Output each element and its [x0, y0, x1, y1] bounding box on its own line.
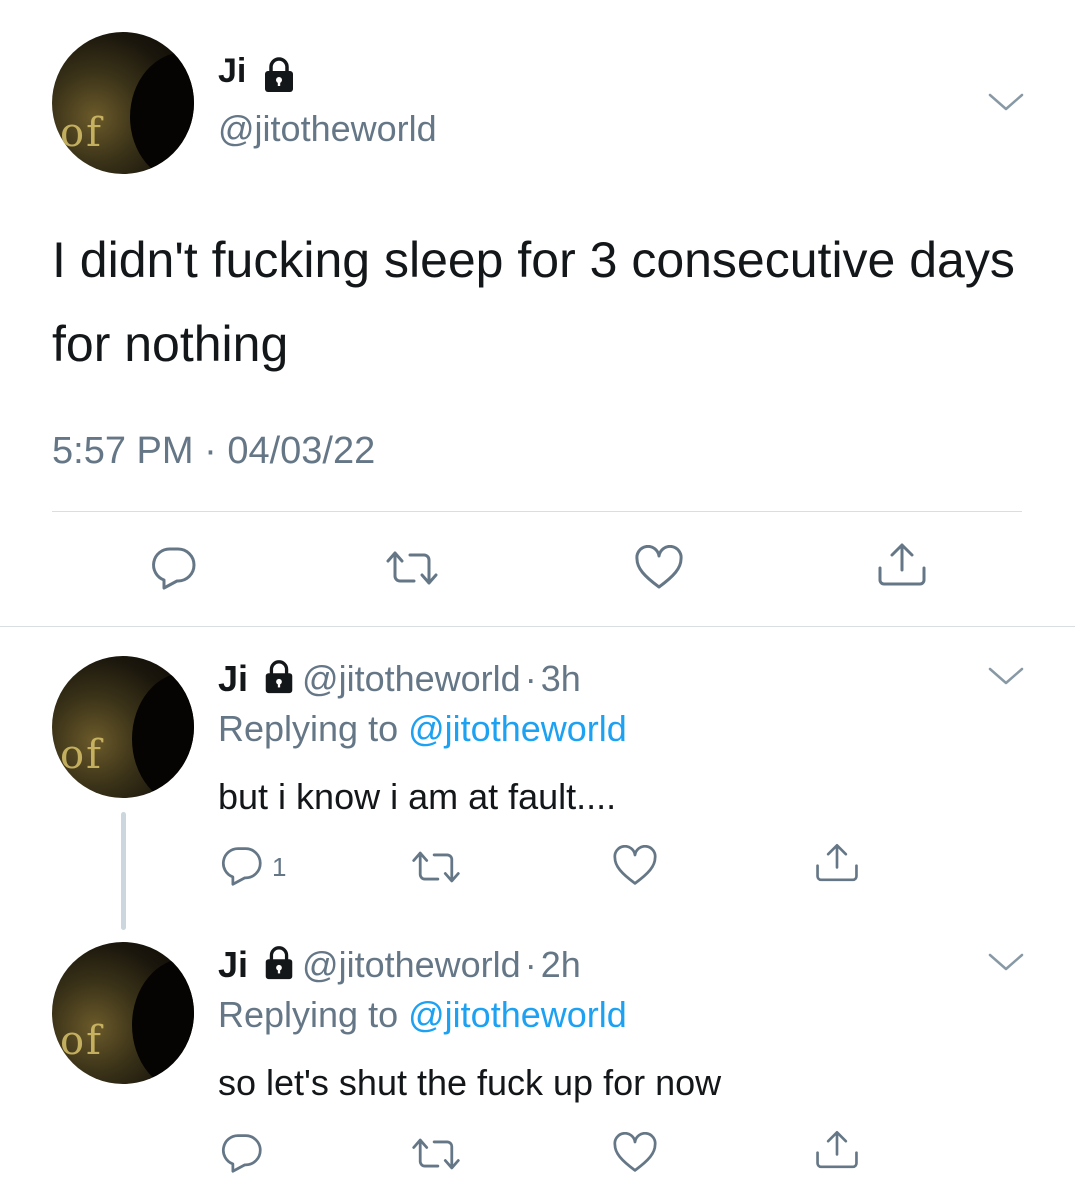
reply-age[interactable]: 2h: [541, 944, 581, 985]
share-icon[interactable]: [814, 1127, 860, 1173]
like-icon[interactable]: [612, 1132, 658, 1174]
reply-count: 1: [272, 852, 287, 882]
author-name[interactable]: Ji: [218, 944, 248, 985]
like-icon[interactable]: [612, 845, 658, 887]
chevron-down-icon[interactable]: [986, 90, 1026, 114]
author-handle[interactable]: @jitotheworld: [302, 658, 521, 699]
retweet-icon[interactable]: [384, 548, 440, 588]
reply-icon[interactable]: [150, 545, 198, 591]
reply-icon[interactable]: [220, 845, 264, 887]
avatar-glow: of: [60, 110, 103, 156]
author-handle[interactable]: @jitotheworld: [218, 108, 437, 150]
avatar-shade: [132, 672, 194, 798]
tweet-date: 04/03/22: [227, 430, 376, 472]
like-icon[interactable]: [634, 545, 684, 591]
avatar-shade: [132, 958, 194, 1084]
lock-icon: [265, 660, 293, 694]
replying-prefix: Replying to: [218, 708, 399, 749]
lock-icon: [265, 57, 293, 92]
avatar-glow: of: [60, 1018, 103, 1064]
chevron-down-icon[interactable]: [986, 664, 1026, 688]
avatar[interactable]: of: [52, 32, 194, 174]
meta-separator: ·: [524, 944, 537, 985]
tweet-time: 5:57 PM: [52, 430, 194, 472]
share-icon[interactable]: [814, 840, 860, 886]
author-name[interactable]: Ji: [218, 52, 246, 91]
chevron-down-icon[interactable]: [986, 950, 1026, 974]
share-icon[interactable]: [876, 540, 928, 590]
author-name[interactable]: Ji: [218, 658, 248, 699]
author-handle[interactable]: @jitotheworld: [302, 944, 521, 985]
avatar[interactable]: of: [52, 656, 194, 798]
avatar-shade: [130, 52, 194, 174]
mention-link[interactable]: @jitotheworld: [408, 994, 627, 1035]
reply-header: Ji @jitotheworld · 3h: [218, 658, 581, 700]
reply-text: but i know i am at fault....: [218, 776, 617, 817]
timestamp-separator: ·: [204, 430, 217, 472]
reply-text: so let's shut the fuck up for now: [218, 1062, 722, 1103]
retweet-icon[interactable]: [410, 848, 462, 886]
reply-age[interactable]: 3h: [541, 658, 581, 699]
tweet-text: I didn't fucking sleep for 3 consecutive…: [52, 232, 1015, 372]
reply-icon[interactable]: [220, 1132, 264, 1174]
avatar-glow: of: [60, 732, 103, 778]
divider: [0, 626, 1075, 627]
tweet-timestamp[interactable]: 5:57 PM · 04/03/22: [52, 430, 375, 473]
retweet-icon[interactable]: [410, 1135, 462, 1173]
replying-to: Replying to @jitotheworld: [218, 708, 627, 750]
meta-separator: ·: [524, 658, 537, 699]
replying-to: Replying to @jitotheworld: [218, 994, 627, 1036]
divider: [52, 511, 1022, 512]
replying-prefix: Replying to: [218, 994, 399, 1035]
reply-header: Ji @jitotheworld · 2h: [218, 944, 581, 986]
thread-line: [121, 812, 126, 930]
mention-link[interactable]: @jitotheworld: [408, 708, 627, 749]
avatar[interactable]: of: [52, 942, 194, 1084]
lock-icon: [265, 946, 293, 980]
